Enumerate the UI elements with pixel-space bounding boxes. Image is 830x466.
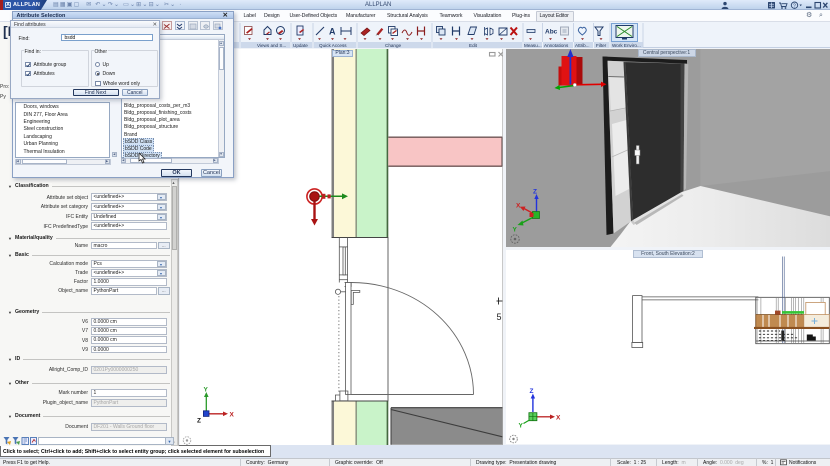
svg-text:Z: Z	[533, 188, 537, 195]
svg-text:Y: Y	[518, 422, 523, 429]
svg-text:X: X	[230, 411, 235, 418]
svg-text:5: 5	[497, 312, 502, 322]
svg-text:Z: Z	[529, 388, 533, 395]
svg-text:A: A	[329, 27, 336, 37]
svg-text:X: X	[516, 202, 521, 209]
svg-text:Abc: Abc	[545, 29, 558, 36]
svg-text:X: X	[556, 414, 561, 421]
svg-text:Y: Y	[512, 226, 517, 233]
svg-text:Z: Z	[197, 417, 201, 424]
svg-text:Y: Y	[204, 386, 209, 393]
svg-text:?: ?	[793, 3, 796, 9]
